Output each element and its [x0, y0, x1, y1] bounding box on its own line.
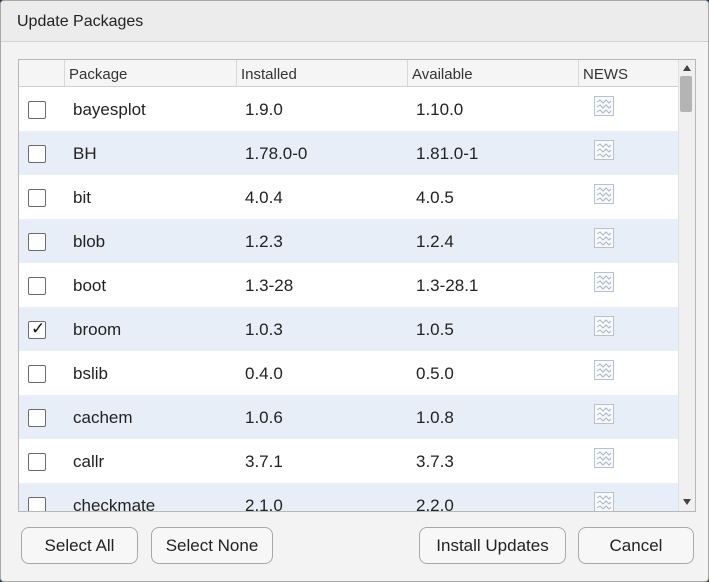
news-document-icon[interactable] [593, 447, 615, 469]
available-version: 1.0.5 [416, 320, 454, 339]
package-name: bayesplot [73, 100, 146, 119]
available-version: 4.0.5 [416, 188, 454, 207]
header-package[interactable]: Package [64, 60, 236, 86]
checkmark-icon: ✓ [31, 319, 46, 339]
news-document-icon[interactable] [593, 359, 615, 381]
installed-version: 1.9.0 [245, 100, 283, 119]
row-checkbox[interactable] [28, 277, 46, 295]
table-row[interactable]: BH 1.78.0-0 1.81.0-1 [19, 131, 678, 175]
news-document-icon[interactable] [593, 139, 615, 161]
table-row[interactable]: cachem 1.0.6 1.0.8 [19, 395, 678, 439]
news-document-icon[interactable] [593, 403, 615, 425]
news-document-icon[interactable] [593, 491, 615, 511]
row-checkbox[interactable] [28, 233, 46, 251]
available-version: 1.3-28.1 [416, 276, 479, 295]
header-installed[interactable]: Installed [236, 60, 407, 86]
update-packages-dialog: Update Packages Package Installed Availa… [0, 0, 709, 582]
news-document-icon[interactable] [593, 227, 615, 249]
installed-version: 4.0.4 [245, 188, 283, 207]
header-select-column[interactable] [19, 60, 64, 86]
select-none-button[interactable]: Select None [151, 527, 273, 564]
available-version: 2.2.0 [416, 496, 454, 511]
package-name: blob [73, 232, 106, 251]
table-row[interactable]: boot 1.3-28 1.3-28.1 [19, 263, 678, 307]
header-available[interactable]: Available [407, 60, 578, 86]
scroll-thumb[interactable] [680, 76, 692, 112]
table-row[interactable]: blob 1.2.3 1.2.4 [19, 219, 678, 263]
news-document-icon[interactable] [593, 183, 615, 205]
table-body: bayesplot 1.9.0 1.10.0 BH 1.78.0-0 1.81.0-1 bi… [19, 87, 678, 511]
available-version: 1.81.0-1 [416, 144, 479, 163]
row-checkbox[interactable] [28, 145, 46, 163]
package-name: bit [73, 188, 91, 207]
package-name: cachem [73, 408, 133, 427]
package-name: callr [73, 452, 105, 471]
row-checkbox[interactable] [28, 101, 46, 119]
available-version: 3.7.3 [416, 452, 454, 471]
row-checkbox[interactable] [28, 409, 46, 427]
installed-version: 1.78.0-0 [245, 144, 308, 163]
scroll-up-arrow-icon[interactable] [683, 65, 691, 71]
row-checkbox[interactable] [28, 453, 46, 471]
row-checkbox[interactable] [28, 189, 46, 207]
dialog-title: Update Packages [17, 13, 144, 30]
news-document-icon[interactable] [593, 95, 615, 117]
package-name: boot [73, 276, 107, 295]
packages-table: Package Installed Available NEWS bayespl… [18, 59, 696, 512]
package-name: bslib [73, 364, 108, 383]
available-version: 1.10.0 [416, 100, 464, 119]
cancel-button[interactable]: Cancel [578, 527, 694, 564]
table-row[interactable]: bit 4.0.4 4.0.5 [19, 175, 678, 219]
installed-version: 3.7.1 [245, 452, 283, 471]
package-name: checkmate [73, 496, 156, 511]
installed-version: 1.0.3 [245, 320, 283, 339]
table-row[interactable]: callr 3.7.1 3.7.3 [19, 439, 678, 483]
row-checkbox[interactable]: ✓ [28, 319, 46, 339]
available-version: 0.5.0 [416, 364, 454, 383]
table-row[interactable]: ✓ broom 1.0.3 1.0.5 [19, 307, 678, 351]
installed-version: 1.2.3 [245, 232, 283, 251]
installed-version: 2.1.0 [245, 496, 283, 511]
installed-version: 1.3-28 [245, 276, 294, 295]
available-version: 1.2.4 [416, 232, 454, 251]
news-document-icon[interactable] [593, 271, 615, 293]
table-row[interactable]: bslib 0.4.0 0.5.0 [19, 351, 678, 395]
scroll-down-arrow-icon[interactable] [683, 499, 691, 505]
vertical-scrollbar[interactable] [678, 60, 695, 511]
news-document-icon[interactable] [593, 315, 615, 337]
available-version: 1.0.8 [416, 408, 454, 427]
installed-version: 0.4.0 [245, 364, 283, 383]
table-row[interactable]: bayesplot 1.9.0 1.10.0 [19, 87, 678, 131]
package-name: broom [73, 320, 122, 339]
header-news[interactable]: NEWS [578, 60, 678, 86]
table-row[interactable]: checkmate 2.1.0 2.2.0 [19, 483, 678, 511]
title-bar: Update Packages [1, 1, 708, 42]
select-all-button[interactable]: Select All [21, 527, 138, 564]
install-updates-button[interactable]: Install Updates [419, 527, 566, 564]
row-checkbox[interactable] [28, 497, 46, 511]
installed-version: 1.0.6 [245, 408, 283, 427]
package-name: BH [73, 144, 97, 163]
table-header: Package Installed Available NEWS [19, 60, 678, 87]
row-checkbox[interactable] [28, 365, 46, 383]
